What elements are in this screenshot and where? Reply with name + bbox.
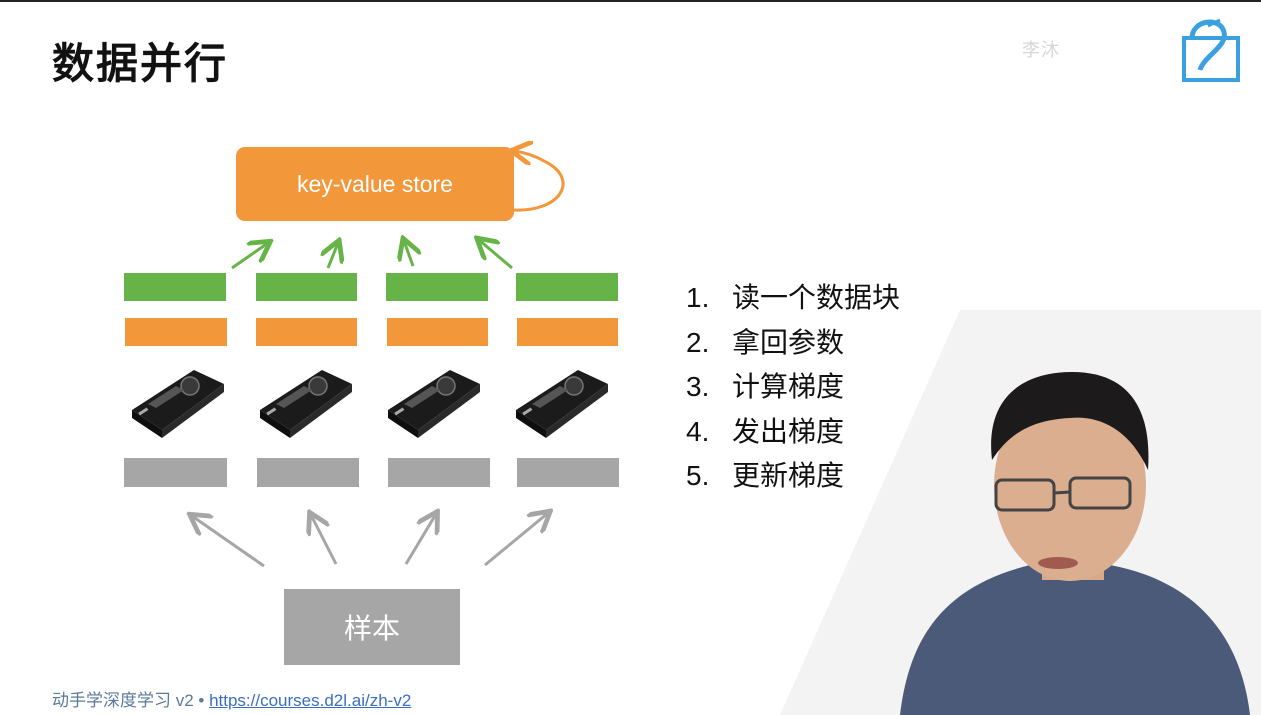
gray-arrow-2	[311, 515, 338, 565]
gray-arrow-4	[484, 513, 548, 567]
gpu-card-icon	[516, 370, 608, 438]
gpu-card-icon	[260, 370, 352, 438]
slide: 数据并行 李沐 key-value store 样本 1. 读一个数据块 2. …	[0, 0, 1261, 715]
data-bar-4	[517, 458, 619, 487]
kv-loop-arrow	[514, 151, 565, 212]
gradient-bar-3	[386, 273, 488, 301]
green-arrow-3	[404, 241, 413, 267]
gpu-card-icon	[388, 370, 480, 438]
data-bar-2	[257, 458, 359, 487]
gradient-bar-1	[124, 273, 226, 301]
data-bar-1	[124, 458, 227, 487]
parameter-bar-4	[517, 318, 618, 346]
gray-arrow-3	[404, 514, 436, 565]
green-arrow-4	[479, 240, 513, 270]
footer-link[interactable]: https://courses.d2l.ai/zh-v2	[209, 691, 411, 710]
parameter-bar-3	[387, 318, 488, 346]
data-bar-3	[388, 458, 490, 487]
footer: 动手学深度学习 v2 • https://courses.d2l.ai/zh-v…	[52, 686, 411, 711]
gradient-bar-4	[516, 273, 618, 301]
parameter-bar-2	[256, 318, 357, 346]
gpu-card-icon	[132, 370, 224, 438]
gradient-bar-2	[256, 273, 357, 301]
presenter-video	[780, 310, 1261, 715]
parameter-bar-1	[125, 318, 227, 346]
sample-box: 样本	[284, 589, 460, 665]
footer-text: 动手学深度学习 v2 •	[52, 691, 210, 710]
green-arrow-1	[231, 243, 268, 270]
gray-arrow-1	[192, 516, 265, 568]
green-arrow-2	[328, 243, 338, 269]
